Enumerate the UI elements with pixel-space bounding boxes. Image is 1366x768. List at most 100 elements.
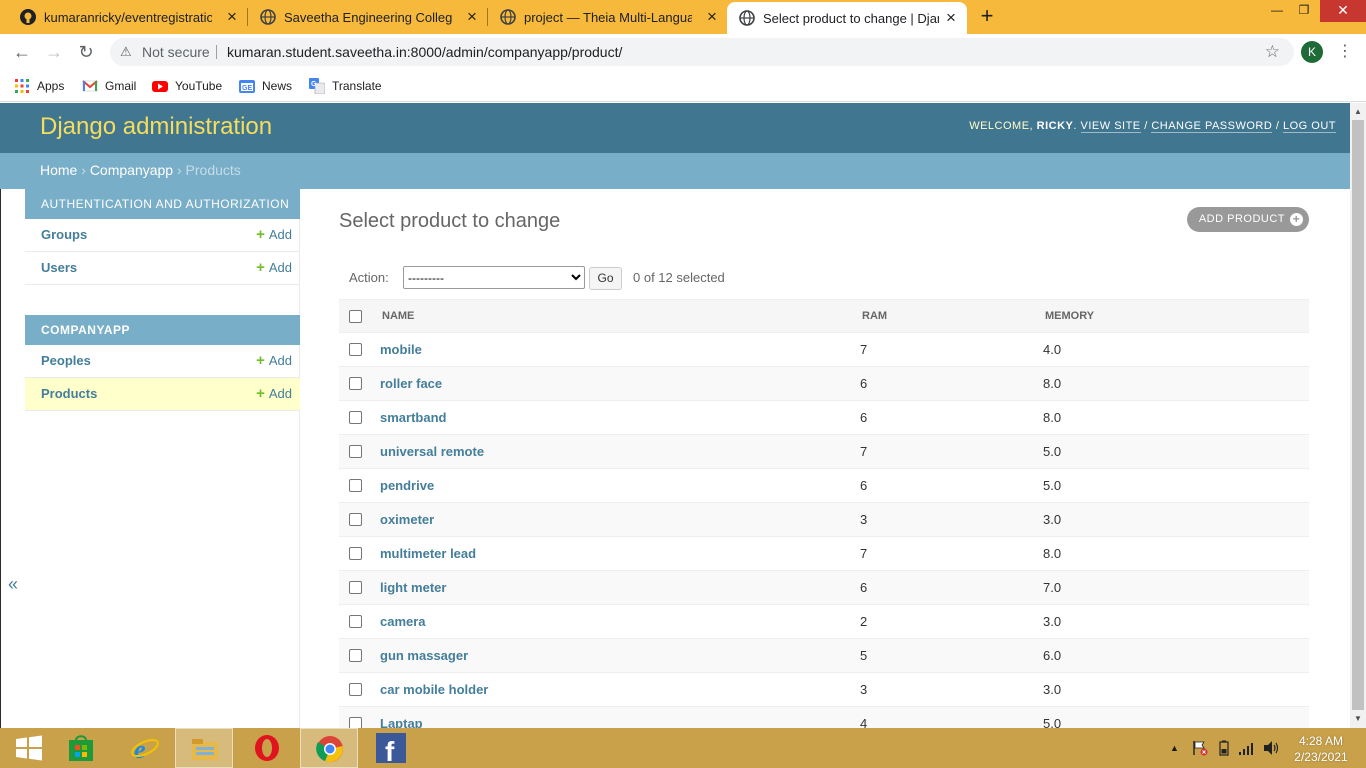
row-checkbox[interactable] (349, 649, 362, 662)
row-checkbox[interactable] (349, 615, 362, 628)
product-name-link[interactable]: pendrive (380, 478, 434, 493)
module-caption[interactable]: Companyapp (25, 315, 300, 345)
network-signal-icon[interactable] (1238, 740, 1256, 759)
view-site-link[interactable]: View site (1080, 120, 1141, 133)
product-name-link[interactable]: Laptap (380, 716, 423, 728)
close-window-button[interactable]: ✕ (1320, 0, 1366, 22)
sidebar-item-label[interactable]: Products (41, 386, 97, 401)
add-products-link[interactable]: + Add (256, 378, 292, 410)
browser-tab-theia[interactable]: project — Theia Multi-Language × (480, 0, 728, 34)
taskbar-file-explorer[interactable] (175, 728, 233, 768)
bookmark-label: Apps (37, 79, 65, 93)
row-checkbox[interactable] (349, 513, 362, 526)
sidebar-item-peoples[interactable]: Peoples + Add (25, 345, 300, 378)
log-out-link[interactable]: Log out (1282, 120, 1336, 133)
product-name-link[interactable]: light meter (380, 580, 446, 595)
sidebar-item-groups[interactable]: Groups + Add (25, 219, 300, 252)
close-tab-icon[interactable]: × (464, 8, 480, 25)
minimize-window-button[interactable]: — (1263, 0, 1291, 22)
product-name-link[interactable]: smartband (380, 410, 446, 425)
row-checkbox[interactable] (349, 343, 362, 356)
add-product-button[interactable]: Add product + (1186, 207, 1309, 232)
close-tab-icon[interactable]: × (704, 8, 720, 25)
taskbar-chrome[interactable] (300, 728, 358, 768)
product-name-link[interactable]: camera (380, 614, 426, 629)
breadcrumb-home[interactable]: Home (40, 162, 77, 178)
browser-tab-github[interactable]: kumaranricky/eventregistration × (0, 0, 248, 34)
add-users-link[interactable]: + Add (256, 252, 292, 284)
security-label[interactable]: Not secure (142, 38, 210, 66)
browser-tab-saveetha[interactable]: Saveetha Engineering College × (240, 0, 488, 34)
row-checkbox[interactable] (349, 683, 362, 696)
reload-icon[interactable]: ↻ (74, 40, 98, 64)
show-hidden-icons-icon[interactable]: ▲ (1170, 743, 1179, 753)
go-button[interactable]: Go (589, 267, 622, 290)
bookmark-apps[interactable]: Apps (14, 77, 64, 95)
scroll-up-arrow-icon[interactable]: ▲ (1350, 105, 1366, 119)
warning-triangle-icon[interactable]: ⚠ (120, 38, 132, 66)
new-tab-button[interactable]: + (976, 5, 998, 28)
forward-arrow-icon[interactable]: → (42, 40, 66, 64)
page-scrollbar[interactable]: ▲ ▼ (1350, 103, 1366, 728)
product-name-link[interactable]: roller face (380, 376, 442, 391)
product-name-link[interactable]: car mobile holder (380, 682, 488, 697)
collapse-sidebar-icon[interactable]: « (8, 574, 18, 595)
column-header-ram[interactable]: RAM (862, 310, 887, 322)
system-clock[interactable]: 4:28 AM 2/23/2021 (1290, 733, 1352, 765)
taskbar-internet-explorer[interactable]: e (116, 728, 174, 768)
select-all-checkbox[interactable] (349, 310, 362, 323)
back-arrow-icon[interactable]: ← (10, 40, 34, 64)
change-password-link[interactable]: Change password (1151, 120, 1273, 133)
row-checkbox[interactable] (349, 547, 362, 560)
row-checkbox[interactable] (349, 479, 362, 492)
row-checkbox[interactable] (349, 581, 362, 594)
bookmark-gmail[interactable]: Gmail (82, 77, 136, 95)
address-bar[interactable]: ⚠ Not secure kumaran.student.saveetha.in… (110, 38, 1294, 66)
sidebar-item-products[interactable]: Products + Add (25, 378, 300, 411)
ram-cell: 3 (860, 512, 868, 527)
row-checkbox[interactable] (349, 717, 362, 728)
start-button[interactable] (0, 728, 58, 768)
bookmark-translate[interactable]: G Translate (309, 77, 382, 95)
scroll-down-arrow-icon[interactable]: ▼ (1350, 712, 1366, 726)
news-icon: GE (239, 78, 255, 94)
action-select[interactable]: --------- (403, 266, 585, 289)
column-header-memory[interactable]: Memory (1045, 310, 1094, 322)
taskbar-facebook[interactable]: f (362, 728, 420, 768)
bookmark-news[interactable]: GE News (239, 77, 292, 95)
site-brand[interactable]: Django administration (40, 113, 272, 141)
sidebar-item-users[interactable]: Users + Add (25, 252, 300, 285)
module-caption[interactable]: Authentication and Authorization (25, 189, 300, 219)
product-name-link[interactable]: mobile (380, 342, 422, 357)
sidebar-item-label[interactable]: Groups (41, 227, 87, 242)
maximize-window-button[interactable]: ❐ (1290, 0, 1318, 22)
close-tab-icon[interactable]: × (224, 8, 240, 25)
battery-icon[interactable] (1219, 740, 1229, 759)
volume-icon[interactable] (1263, 740, 1281, 759)
row-checkbox[interactable] (349, 411, 362, 424)
product-name-link[interactable]: oximeter (380, 512, 434, 527)
bookmark-youtube[interactable]: YouTube (152, 77, 222, 95)
product-name-link[interactable]: gun massager (380, 648, 468, 663)
column-header-name[interactable]: Name (382, 310, 414, 322)
sidebar-item-label[interactable]: Peoples (41, 353, 91, 368)
taskbar-opera[interactable] (238, 728, 296, 768)
close-tab-icon[interactable]: × (943, 9, 959, 26)
browser-tab-django-active[interactable]: Select product to change | Djang × (727, 2, 967, 34)
breadcrumb-app[interactable]: Companyapp (90, 162, 173, 178)
url-text[interactable]: kumaran.student.saveetha.in:8000/admin/c… (227, 38, 622, 66)
menu-kebab-icon[interactable]: ⋮ (1337, 40, 1353, 64)
bookmark-star-icon[interactable]: ☆ (1265, 38, 1280, 66)
action-center-flag-icon[interactable] (1192, 740, 1208, 759)
taskbar-store[interactable] (52, 728, 110, 768)
table-row: Laptap 4 5.0 (339, 707, 1309, 728)
row-checkbox[interactable] (349, 445, 362, 458)
row-checkbox[interactable] (349, 377, 362, 390)
sidebar-item-label[interactable]: Users (41, 260, 77, 275)
profile-avatar[interactable]: K (1301, 41, 1323, 63)
product-name-link[interactable]: multimeter lead (380, 546, 476, 561)
scrollbar-thumb[interactable] (1352, 120, 1364, 710)
add-peoples-link[interactable]: + Add (256, 345, 292, 377)
add-groups-link[interactable]: + Add (256, 219, 292, 251)
product-name-link[interactable]: universal remote (380, 444, 484, 459)
